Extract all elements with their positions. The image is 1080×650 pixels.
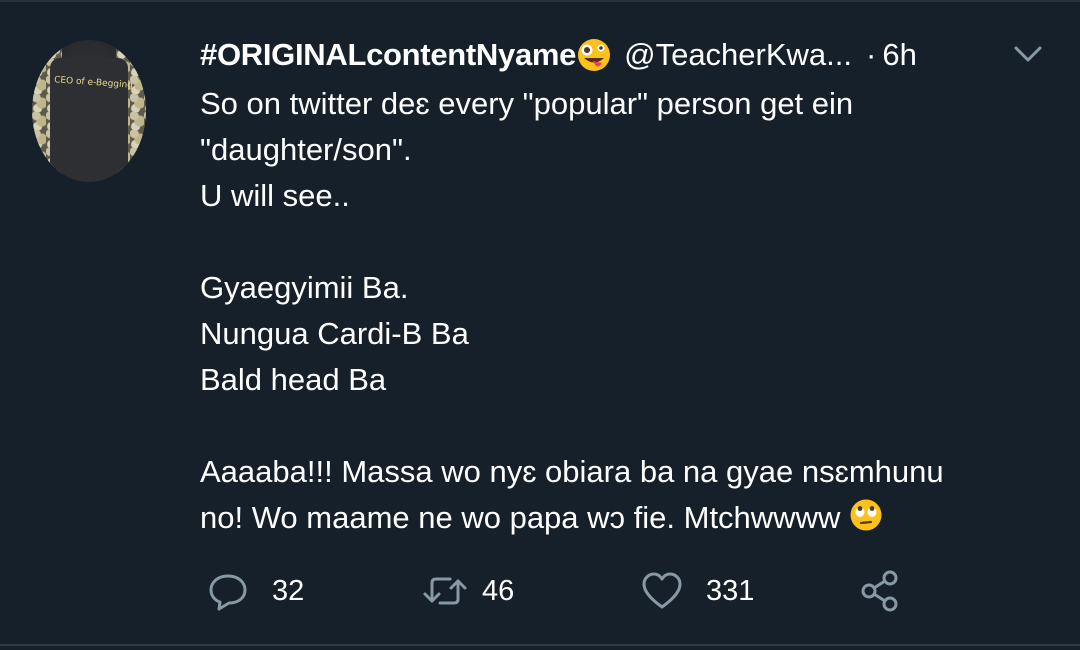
bottom-divider — [0, 644, 1080, 646]
handle[interactable]: @TeacherKwa... — [624, 37, 852, 73]
like-button[interactable]: 331 — [640, 568, 754, 614]
tweet-line: Nungua Cardi-B Ba — [200, 316, 469, 351]
tweet-line-text: no! Wo maame ne wo papa wɔ fie. Mtchwwww — [200, 500, 841, 535]
reply-button[interactable]: 32 — [206, 568, 304, 614]
tweet-line: Gyaegyimii Ba. — [200, 270, 409, 305]
tweet-line: "daughter/son". — [200, 132, 412, 167]
like-count: 331 — [706, 574, 755, 607]
heart-icon — [640, 571, 684, 611]
retweet-icon — [422, 571, 468, 611]
rolling-eyes-face-icon — [849, 498, 883, 532]
tweet-text: So on twitter deɛ every "popular" person… — [200, 81, 1060, 541]
tweet-line: Aaaaba!!! Massa wo nyɛ obiara ba na gyae… — [200, 454, 944, 489]
share-button[interactable] — [858, 568, 902, 614]
tweet-actions: 32 46 331 — [200, 568, 960, 614]
zany-face-icon — [576, 37, 612, 73]
tweet-header: #ORIGINALcontentNyame @TeacherKwa... · 6… — [200, 33, 917, 77]
tweet-line-last: no! Wo maame ne wo papa wɔ fie. Mtchwwww — [200, 495, 1060, 541]
tweet-line: So on twitter deɛ every "popular" person… — [200, 86, 854, 121]
separator: · — [866, 37, 877, 72]
reply-count: 32 — [272, 574, 305, 607]
retweet-count: 46 — [482, 574, 515, 607]
tweet-line: Bald head Ba — [200, 362, 387, 397]
retweet-button[interactable]: 46 — [422, 568, 514, 614]
avatar[interactable]: CEO of e-Begging — [32, 40, 146, 182]
timestamp[interactable]: 6h — [882, 37, 916, 73]
tweet[interactable]: CEO of e-Begging #ORIGINALcontentNyame @… — [0, 0, 1080, 650]
top-divider — [0, 0, 1080, 2]
reply-icon — [206, 571, 250, 611]
tweet-line: U will see.. — [200, 178, 350, 213]
display-name[interactable]: #ORIGINALcontentNyame — [200, 37, 576, 73]
share-icon — [858, 569, 902, 613]
chevron-down-icon[interactable] — [1012, 40, 1044, 68]
